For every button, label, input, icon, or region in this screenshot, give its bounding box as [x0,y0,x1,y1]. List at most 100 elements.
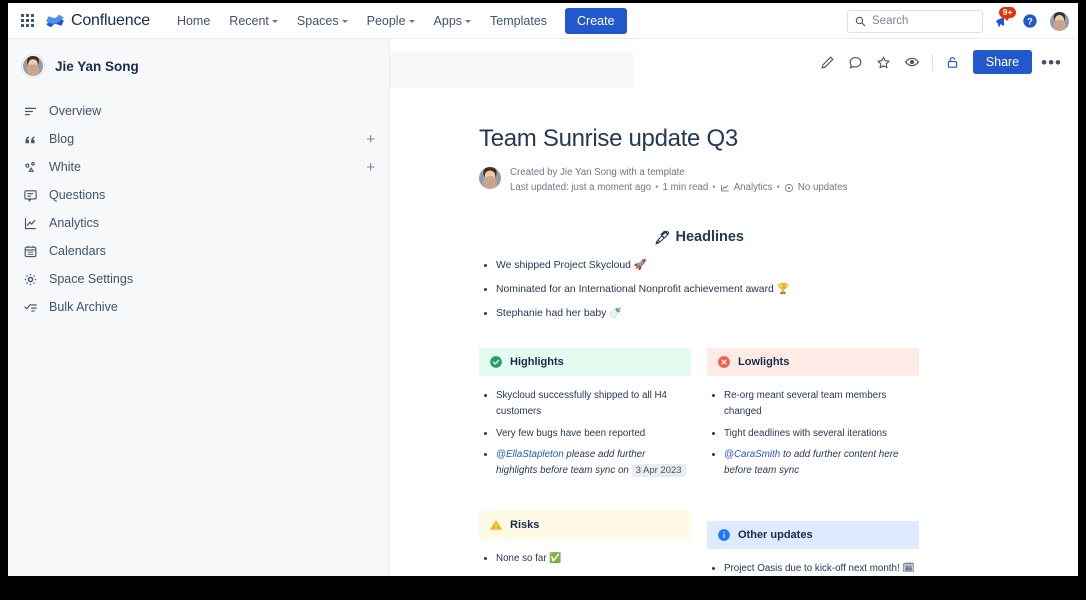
comment-icon [848,55,863,70]
main-nav-items: Home Recent Spaces People Apps Templates [168,8,627,34]
star-icon [876,55,891,70]
other-updates-panel-body: Project Oasis due to kick-off next month… [707,549,919,576]
risks-panel-header: Risks [479,511,691,539]
space-avatar [22,55,44,77]
gear-icon [23,272,41,287]
bulk-archive-icon [23,300,41,315]
pencil-icon [820,55,835,70]
sidebar-item-label: White [49,160,81,174]
sidebar-item-label: Calendars [49,244,106,258]
nav-label: Apps [434,14,463,28]
nav-item-home[interactable]: Home [168,8,219,34]
nav-label: Recent [229,14,269,28]
byline-text: Created by Jie Yan Song with a template … [510,165,847,195]
sidebar-item-blog[interactable]: Blog + [8,125,389,153]
confluence-logo-icon [46,12,64,30]
add-whiteboard-button[interactable]: + [366,160,375,175]
sidebar-item-analytics[interactable]: Analytics [8,209,389,237]
toolbar-divider [932,54,933,71]
edit-page-button[interactable] [815,49,841,75]
calendar-icon [23,244,41,259]
search-icon [855,16,866,27]
restrictions-button[interactable] [940,49,966,75]
author-avatar [479,167,501,189]
space-sidebar: Jie Yan Song Overview [8,39,390,576]
watch-star-button[interactable] [871,49,897,75]
byline-separator: • [776,180,779,195]
list-item: Tight deadlines with several iterations [724,426,917,442]
share-button[interactable]: Share [973,50,1032,74]
sidebar-item-bulk-archive[interactable]: Bulk Archive [8,293,389,321]
sidebar-item-questions[interactable]: Questions [8,181,389,209]
document-inner: Team Sunrise update Q3 Created by Jie Ya… [479,124,919,576]
page-body: Jie Yan Song Overview [8,39,1078,576]
nav-label: Spaces [297,14,339,28]
help-button[interactable]: ? [1019,10,1041,32]
highlights-panel-header: Highlights [479,348,691,376]
page-views-button[interactable] [899,49,925,75]
panel-title: Risks [510,519,539,531]
last-updated: Last updated: just a moment ago [510,180,651,195]
comment-button[interactable] [843,49,869,75]
nav-item-templates[interactable]: Templates [481,8,556,34]
notifications-button[interactable]: 9+ [990,10,1012,32]
list-item: We shipped Project Skycloud 🚀 [496,258,919,274]
blog-quote-icon [23,132,41,147]
search-input[interactable]: Search [847,10,983,33]
nav-item-people[interactable]: People [358,8,424,34]
mention-link[interactable]: @EllaStapleton [496,449,564,460]
notification-count-badge: 9+ [999,7,1016,18]
add-blog-button[interactable]: + [366,132,375,147]
list-item: Project Oasis due to kick-off next month… [724,561,917,576]
chevron-down-icon [409,20,415,23]
highlights-panel: Highlights Skycloud successfully shipped… [479,348,691,478]
panel-title: Other updates [738,529,813,541]
sidebar-item-label: Questions [49,188,105,202]
grid-icon [21,14,34,27]
list-item: Skycloud successfully shipped to all H4 … [496,388,689,419]
list-item-mention: @CaraSmith to add further content here b… [724,447,917,478]
profile-button[interactable] [1048,10,1070,32]
confluence-home-link[interactable]: Confluence [46,12,150,30]
warning-triangle-icon [489,518,503,532]
nav-item-apps[interactable]: Apps [425,8,481,34]
check-circle-icon [489,355,503,369]
info-circle-icon [717,528,731,542]
nav-label: Home [177,14,210,28]
sidebar-item-calendars[interactable]: Calendars [8,237,389,265]
panel-title: Highlights [510,356,564,368]
left-column: Highlights Skycloud successfully shipped… [479,348,691,576]
panel-title: Lowlights [738,356,789,368]
app-switcher-button[interactable] [14,8,40,34]
svg-text:?: ? [1027,16,1033,26]
mention-link[interactable]: @CaraSmith [724,449,780,460]
nav-item-recent[interactable]: Recent [220,8,287,34]
list-item: None so far ✅ [496,551,689,567]
nav-item-spaces[interactable]: Spaces [288,8,357,34]
browser-window: Confluence Home Recent Spaces People App… [8,3,1078,576]
other-updates-panel-header: Other updates [707,521,919,549]
no-updates-label: No updates [798,180,848,195]
lowlights-panel: Lowlights Re-org meant several team memb… [707,348,919,478]
sidebar-item-space-settings[interactable]: Space Settings [8,265,389,293]
byline-details: Last updated: just a moment ago • 1 min … [510,180,847,195]
analytics-link[interactable]: Analytics [734,180,773,195]
byline-separator: • [655,180,658,195]
sidebar-item-overview[interactable]: Overview [8,97,389,125]
lock-icon [945,55,960,70]
page-actions-toolbar: Share ••• [815,49,1066,75]
sidebar-item-whiteboards[interactable]: White + [8,153,389,181]
eye-icon [904,54,920,70]
lowlights-panel-header: Lowlights [707,348,919,376]
create-button[interactable]: Create [565,8,627,34]
global-navigation-bar: Confluence Home Recent Spaces People App… [8,3,1078,39]
document-area: Team Sunrise update Q3 Created by Jie Ya… [390,88,1078,576]
content-placeholder-bar [390,53,633,88]
analytics-chart-icon [720,183,730,193]
date-chip[interactable]: 3 Apr 2023 [632,464,686,477]
chevron-down-icon [342,20,348,23]
space-name: Jie Yan Song [55,59,139,74]
pen-emoji-icon: 🖋 [654,231,671,244]
space-header[interactable]: Jie Yan Song [8,47,389,85]
more-actions-button[interactable]: ••• [1037,54,1066,71]
